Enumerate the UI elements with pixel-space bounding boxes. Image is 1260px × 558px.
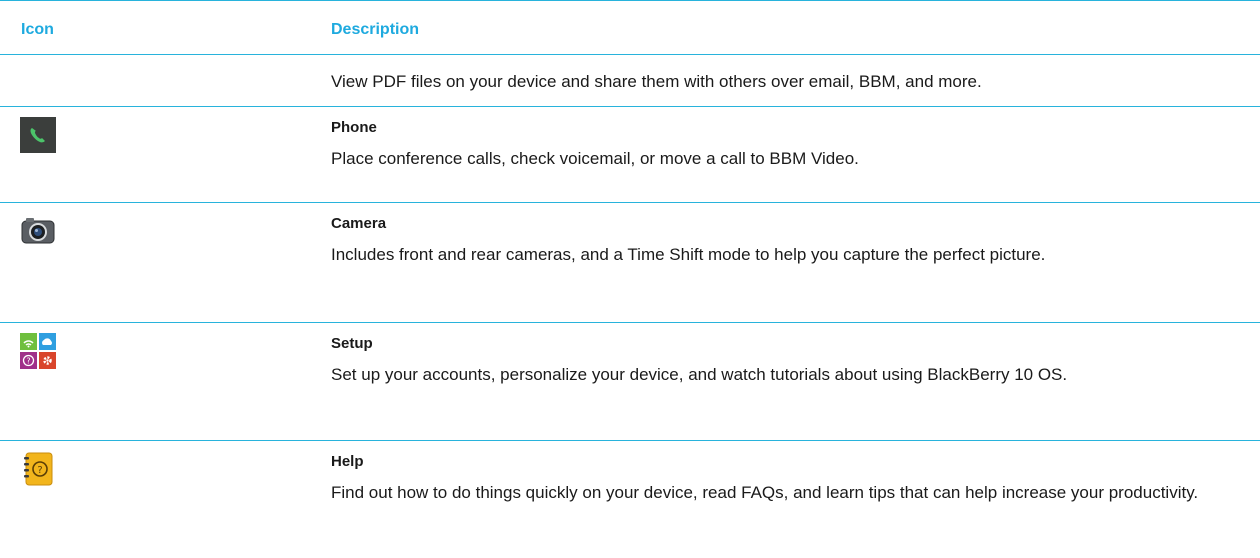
table-row: ? Setup Set up your accounts, personaliz…	[0, 322, 1260, 440]
help-description: Find out how to do things quickly on you…	[331, 483, 1199, 502]
table-row: ? Help Find out how to do things quickly…	[0, 440, 1260, 558]
description-cell: View PDF files on your device and share …	[331, 69, 1231, 94]
description-cell: Help Find out how to do things quickly o…	[331, 451, 1231, 505]
setup-icon: ?	[20, 333, 56, 369]
pdf-description: View PDF files on your device and share …	[331, 72, 982, 91]
phone-description: Place conference calls, check voicemail,…	[331, 149, 859, 168]
description-cell: Phone Place conference calls, check voic…	[331, 117, 1231, 171]
svg-text:?: ?	[37, 465, 42, 476]
table-row: Camera Includes front and rear cameras, …	[0, 202, 1260, 322]
help-icon: ?	[20, 451, 56, 487]
setup-title: Setup	[331, 335, 373, 352]
description-cell: Setup Set up your accounts, personalize …	[331, 333, 1231, 387]
table-row: View PDF files on your device and share …	[0, 54, 1260, 106]
table-row: Phone Place conference calls, check voic…	[0, 106, 1260, 202]
svg-text:?: ?	[26, 357, 30, 366]
description-column-header: Description	[331, 21, 420, 38]
phone-title: Phone	[331, 119, 377, 136]
camera-icon	[20, 213, 56, 249]
description-cell: Camera Includes front and rear cameras, …	[331, 213, 1231, 267]
phone-icon	[20, 117, 56, 153]
table-header-row: Icon Description	[0, 0, 1260, 54]
camera-description: Includes front and rear cameras, and a T…	[331, 245, 1046, 264]
help-title: Help	[331, 453, 364, 470]
icon-column-header: Icon	[21, 21, 54, 38]
camera-title: Camera	[331, 215, 387, 232]
icon-description-table: Icon Description View PDF files on your …	[0, 0, 1260, 558]
setup-description: Set up your accounts, personalize your d…	[331, 365, 1068, 384]
